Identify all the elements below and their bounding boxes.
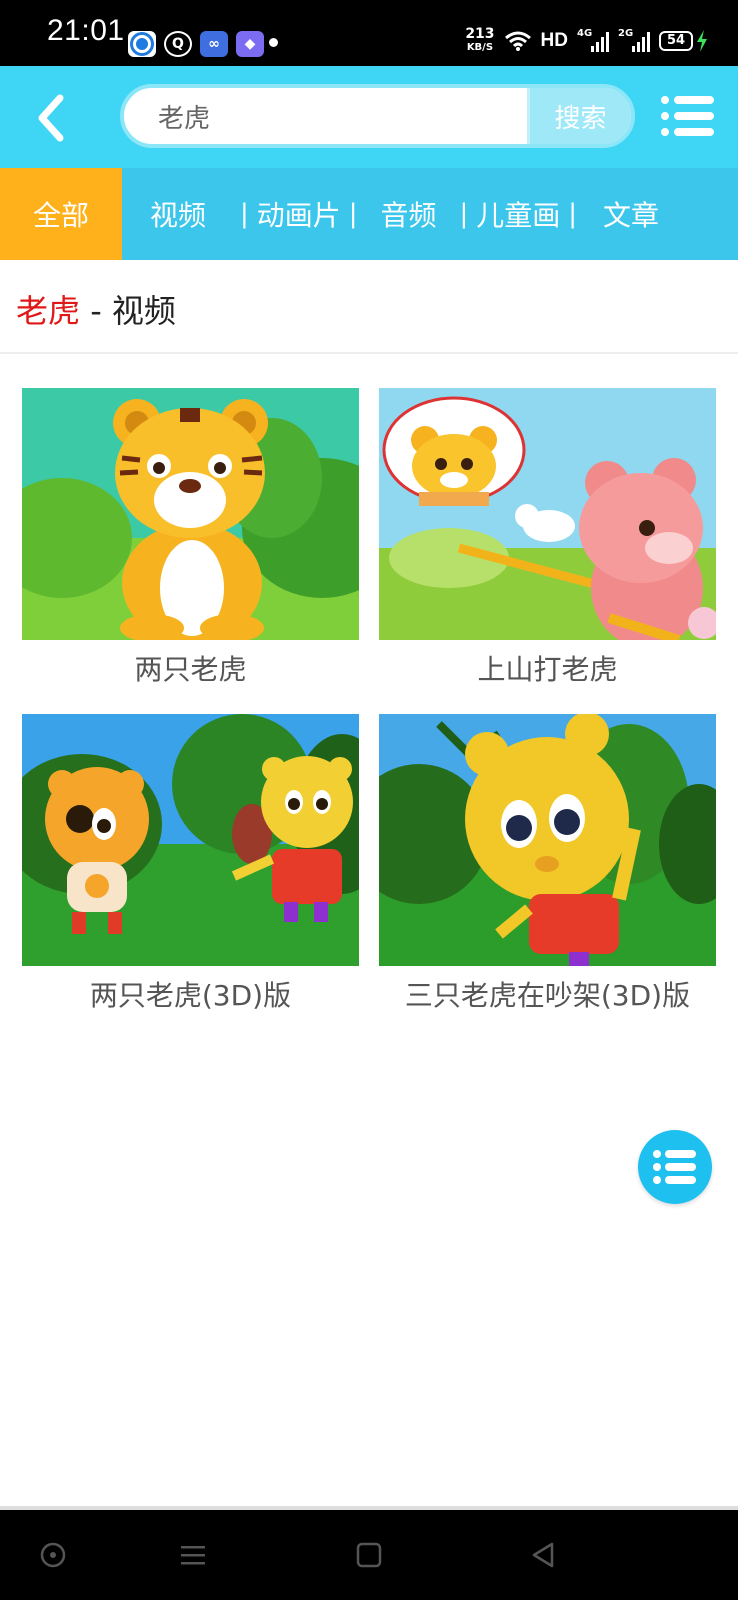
circle-dot-icon bbox=[40, 1542, 66, 1568]
tab-separator: | bbox=[568, 199, 578, 229]
section-category: 视频 bbox=[111, 292, 176, 330]
video-title[interactable]: 两只老虎(3D)版 bbox=[22, 974, 359, 1014]
recent-apps-button[interactable] bbox=[178, 1540, 208, 1570]
status-time: 21:01 bbox=[47, 14, 125, 47]
q-app-icon: Q bbox=[164, 31, 192, 57]
square-icon bbox=[356, 1542, 382, 1568]
more-notifications-dot-icon bbox=[269, 38, 278, 47]
assistant-nav-button[interactable] bbox=[38, 1540, 68, 1570]
section-title: 老虎 - 视频 bbox=[16, 292, 176, 330]
wifi-icon bbox=[504, 30, 532, 52]
menu-button[interactable] bbox=[660, 94, 714, 138]
charging-bolt-icon bbox=[697, 30, 707, 52]
infinity-app-icon: ∞ bbox=[200, 31, 228, 57]
menu-icon bbox=[661, 96, 714, 136]
video-thumbnail[interactable] bbox=[379, 714, 716, 966]
tab-kids-drawing[interactable]: 儿童画 bbox=[474, 168, 562, 260]
status-bar: 21:01 Q ∞ ◆ 213 KB/S HD 4G 2G 54 bbox=[0, 0, 738, 66]
signal-2g-icon: 2G bbox=[618, 28, 650, 52]
network-speed: 213 KB/S bbox=[465, 26, 495, 53]
browser-app-icon bbox=[128, 31, 156, 57]
chevron-left-icon bbox=[38, 94, 64, 142]
tab-article[interactable]: 文章 bbox=[583, 168, 679, 260]
search-button[interactable]: 搜索 bbox=[527, 88, 631, 144]
system-indicators: 213 KB/S HD 4G 2G 54 bbox=[465, 26, 708, 54]
divider bbox=[0, 352, 738, 354]
gallery-app-icon: ◆ bbox=[236, 31, 264, 57]
system-nav-bar bbox=[0, 1510, 738, 1600]
tab-video[interactable]: 视频 bbox=[122, 168, 234, 260]
notification-icons: Q ∞ ◆ bbox=[128, 31, 264, 57]
video-title[interactable]: 三只老虎在吵架(3D)版 bbox=[379, 974, 716, 1014]
back-button[interactable] bbox=[30, 92, 70, 144]
video-card[interactable]: 上山打老虎 bbox=[379, 388, 716, 688]
search-keyword: 老虎 bbox=[16, 292, 81, 330]
tab-all[interactable]: 全部 bbox=[0, 168, 122, 260]
video-title[interactable]: 两只老虎 bbox=[22, 648, 359, 688]
video-title[interactable]: 上山打老虎 bbox=[379, 648, 716, 688]
tab-separator: | bbox=[348, 199, 358, 229]
tab-audio[interactable]: 音频 bbox=[364, 168, 454, 260]
back-nav-button[interactable] bbox=[528, 1540, 558, 1570]
hd-voice-indicator: HD bbox=[540, 30, 568, 51]
video-card[interactable]: 两只老虎 bbox=[22, 388, 359, 688]
video-card[interactable]: 三只老虎在吵架(3D)版 bbox=[379, 714, 716, 1014]
search-input[interactable] bbox=[158, 88, 518, 144]
list-icon bbox=[653, 1150, 696, 1184]
floating-menu-button[interactable] bbox=[638, 1130, 712, 1204]
app-header: 搜索 bbox=[0, 66, 738, 168]
home-button[interactable] bbox=[354, 1540, 384, 1570]
battery-icon: 54 bbox=[659, 30, 708, 52]
tab-cartoon[interactable]: 动画片 bbox=[255, 168, 343, 260]
video-thumbnail[interactable] bbox=[379, 388, 716, 640]
signal-4g-icon: 4G bbox=[577, 28, 609, 52]
triangle-back-icon bbox=[532, 1542, 554, 1568]
video-card[interactable]: 两只老虎(3D)版 bbox=[22, 714, 359, 1014]
video-thumbnail[interactable] bbox=[22, 388, 359, 640]
category-tabs: 全部 视频 | 动画片 | 音频 | 儿童画 | 文章 bbox=[0, 168, 738, 260]
tab-separator: | bbox=[459, 199, 469, 229]
tab-separator: | bbox=[240, 199, 249, 229]
video-thumbnail[interactable] bbox=[22, 714, 359, 966]
search-bar: 搜索 bbox=[120, 84, 635, 148]
hamburger-icon bbox=[181, 1546, 205, 1565]
